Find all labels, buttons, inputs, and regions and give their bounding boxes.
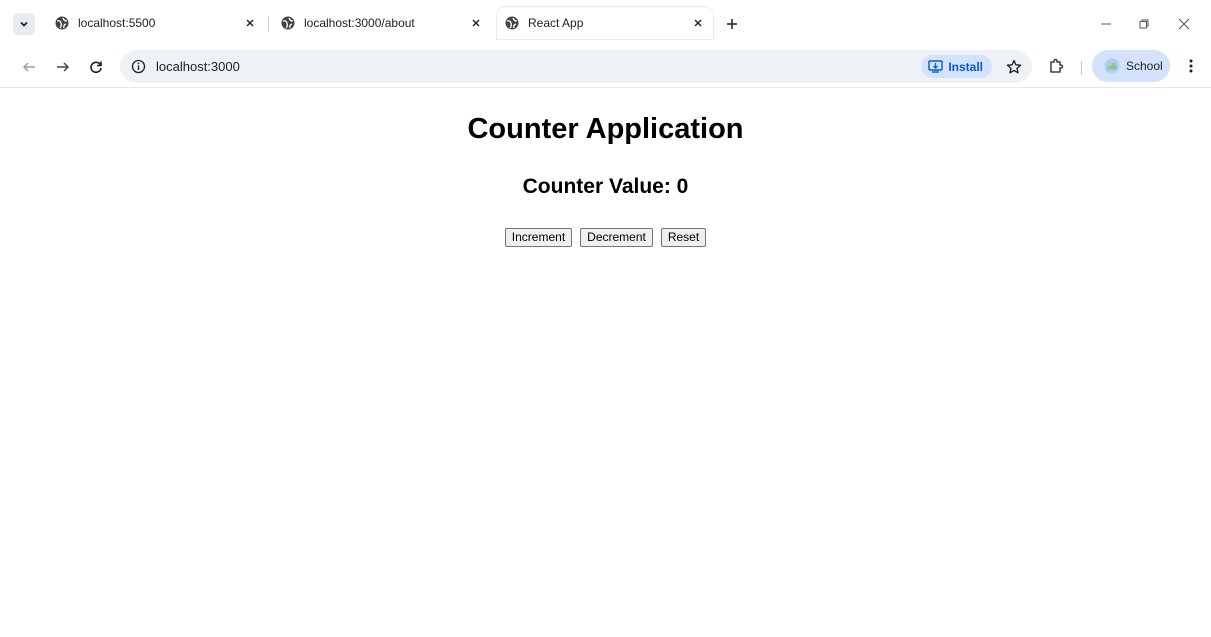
address-bar[interactable]: localhost:3000 Install [120, 50, 1032, 83]
arrow-left-icon [22, 62, 35, 72]
globe-icon [505, 16, 519, 30]
tab-close-button[interactable] [242, 15, 258, 31]
reload-button[interactable] [85, 56, 107, 78]
profile-button[interactable]: School [1092, 50, 1170, 82]
extensions-button[interactable] [1046, 56, 1066, 76]
tab-search-button[interactable] [13, 13, 35, 35]
back-button[interactable] [18, 56, 40, 78]
star-icon [1006, 59, 1022, 74]
browser-toolbar: localhost:3000 Install School [0, 46, 1211, 88]
tab-strip: localhost:5500 localhost:3000/about Reac… [0, 0, 1211, 46]
restore-button[interactable] [1132, 12, 1156, 36]
tab-title: React App [528, 16, 584, 30]
counter-controls: Increment Decrement Reset [0, 228, 1211, 247]
globe-icon [55, 16, 69, 30]
more-vertical-icon [1189, 59, 1193, 73]
minimize-button[interactable] [1094, 12, 1118, 36]
close-icon [246, 19, 254, 27]
reset-button[interactable]: Reset [660, 228, 707, 247]
tab-localhost-5500[interactable]: localhost:5500 [46, 6, 266, 40]
arrow-right-icon [57, 62, 70, 72]
puzzle-icon [1050, 58, 1064, 73]
chevron-down-icon [20, 21, 28, 27]
new-tab-button[interactable] [722, 14, 742, 34]
tab-title: localhost:5500 [78, 16, 156, 30]
counter-value: Counter Value: 0 [522, 175, 689, 198]
globe-icon [281, 16, 295, 30]
plus-icon [727, 19, 737, 29]
site-info-button[interactable] [130, 58, 147, 75]
browser-menu-button[interactable] [1181, 56, 1201, 76]
tab-react-app[interactable]: React App [496, 6, 714, 40]
tab-close-button[interactable] [690, 15, 706, 31]
install-icon [928, 60, 944, 73]
forward-button[interactable] [52, 56, 74, 78]
info-icon [131, 59, 146, 74]
tab-title: localhost:3000/about [304, 16, 415, 30]
avatar [1104, 58, 1120, 74]
close-window-button[interactable] [1172, 12, 1196, 36]
restore-icon [1139, 19, 1149, 29]
install-app-button[interactable]: Install [921, 55, 992, 78]
reload-icon [90, 61, 102, 74]
minimize-icon [1101, 23, 1111, 25]
toolbar-divider [1081, 61, 1082, 75]
increment-button[interactable]: Increment [504, 228, 573, 247]
close-icon [694, 19, 702, 27]
tab-divider [268, 16, 269, 32]
url-text: localhost:3000 [156, 59, 240, 74]
close-icon [1178, 18, 1190, 30]
page-title: Counter Application [467, 113, 744, 145]
bookmark-button[interactable] [1004, 57, 1024, 77]
tab-close-button[interactable] [468, 15, 484, 31]
page-content: Counter Application Counter Value: 0 Inc… [0, 88, 1211, 637]
close-icon [472, 19, 480, 27]
decrement-button[interactable]: Decrement [580, 228, 653, 247]
install-label: Install [948, 59, 983, 74]
profile-label: School [1126, 59, 1163, 73]
tab-localhost-3000-about[interactable]: localhost:3000/about [272, 6, 492, 40]
